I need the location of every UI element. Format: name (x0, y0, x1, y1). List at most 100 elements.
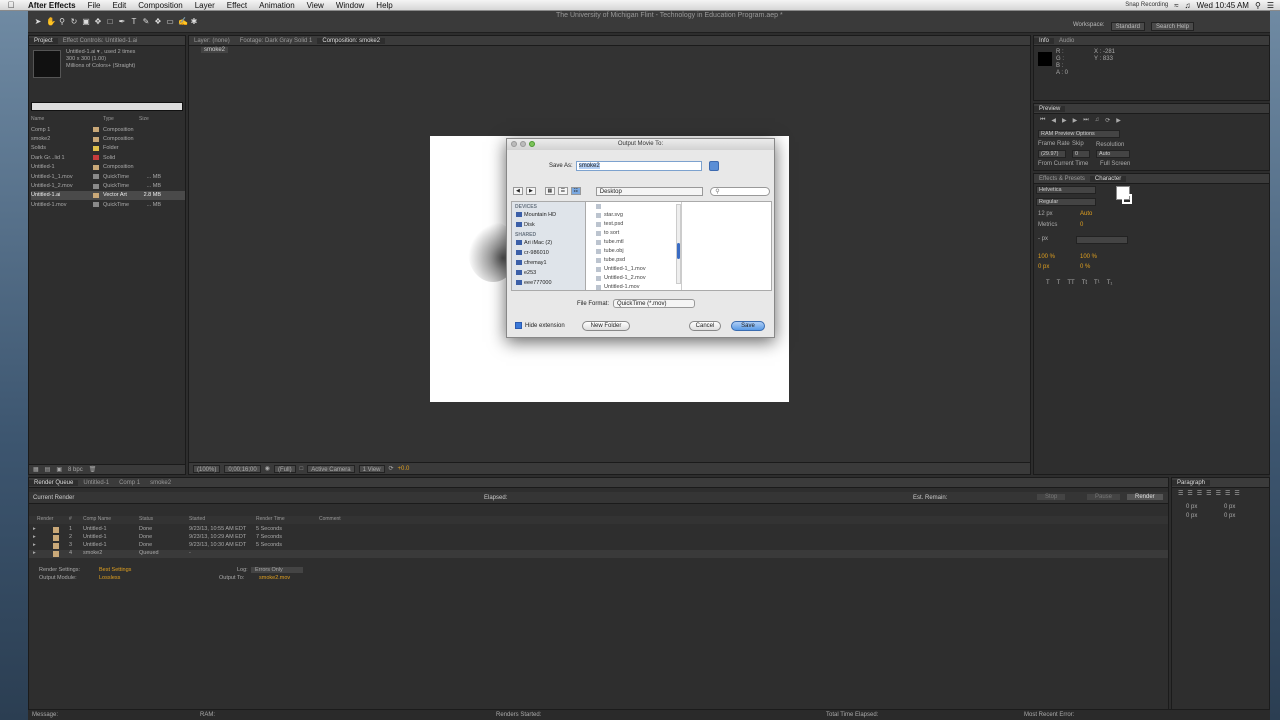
stroke-width-value[interactable]: - px (1038, 236, 1048, 242)
pause-button[interactable]: Pause (1087, 494, 1121, 500)
menu-edit[interactable]: Edit (106, 1, 132, 10)
project-item-row[interactable]: Untitled-1 Composition (31, 163, 185, 172)
label-color[interactable] (93, 127, 99, 133)
render-queue-item[interactable]: ▸ 4 smoke2 Queued - (29, 550, 1168, 558)
first-frame-icon[interactable]: ⏮ (1040, 117, 1045, 124)
menu-window[interactable]: Window (330, 1, 370, 10)
current-render-label[interactable]: Current Render (33, 495, 74, 501)
output-to-value[interactable]: smoke2.mov (259, 575, 290, 581)
eraser-tool-icon[interactable]: ▭ (166, 17, 174, 26)
indent-first-value[interactable]: 0 px (1186, 513, 1197, 519)
project-item-row[interactable]: Untitled-1_2.mov QuickTime ... MB (31, 181, 185, 190)
current-time[interactable]: 0;00;16;00 (224, 464, 261, 473)
close-icon[interactable] (511, 141, 517, 147)
baseline-shift-value[interactable]: 0 px (1038, 264, 1049, 270)
camera-tool-icon[interactable]: ▣ (82, 17, 90, 26)
file-item[interactable]: tube.psd (592, 256, 681, 265)
align-center-icon[interactable]: ☰ (1187, 490, 1192, 497)
project-item-row[interactable]: Untitled-1_1.mov QuickTime ... MB (31, 172, 185, 181)
tab-paragraph[interactable]: Paragraph (1172, 479, 1211, 486)
puppet-tool-icon[interactable]: ✱ (190, 17, 198, 26)
new-folder-button[interactable]: New Folder (582, 321, 630, 331)
rotate-tool-icon[interactable]: ↻ (70, 17, 78, 26)
snapshot-icon[interactable]: ◉ (265, 465, 270, 472)
menu-file[interactable]: File (82, 1, 107, 10)
full-screen-checkbox[interactable]: Full Screen (1100, 161, 1130, 167)
col-render[interactable]: Render (37, 516, 53, 522)
loop-icon[interactable]: ⟳ (1105, 117, 1110, 124)
vertical-scale-value[interactable]: 100 % (1038, 254, 1055, 260)
file-item[interactable]: test.psd (592, 220, 681, 229)
project-item-row[interactable]: Dark Gr...lid 1 Solid (31, 153, 185, 162)
roto-brush-tool-icon[interactable]: ✍ (178, 17, 188, 26)
superscript-icon[interactable]: T¹ (1094, 280, 1100, 286)
col-comment[interactable]: Comment (319, 516, 341, 522)
menu-view[interactable]: View (301, 1, 330, 10)
skip-select[interactable]: 0 (1072, 150, 1090, 158)
horizontal-scale-value[interactable]: 100 % (1080, 254, 1097, 260)
prev-frame-icon[interactable]: ◀ (1051, 117, 1056, 124)
kerning-value[interactable]: Metrics (1038, 222, 1057, 228)
tab-layer[interactable]: Layer: (none) (189, 38, 235, 44)
render-queue-item[interactable]: ▸ 3 Untitled-1 Done 9/23/13, 10:30 AM EDT 5 S… (29, 542, 1168, 550)
hand-tool-icon[interactable]: ✋ (46, 17, 56, 26)
sidebar-item-shared-4[interactable]: e253 (512, 268, 585, 278)
file-item[interactable]: to sort (592, 229, 681, 238)
expand-icon[interactable]: ▸ (33, 550, 36, 556)
label-color[interactable] (93, 136, 99, 142)
all-caps-icon[interactable]: TT (1067, 280, 1074, 286)
zoom-icon[interactable] (529, 141, 535, 147)
file-item[interactable]: tube.obj (592, 247, 681, 256)
justify-left-icon[interactable]: ☰ (1206, 490, 1211, 497)
tsume-value[interactable]: 0 % (1080, 264, 1090, 270)
file-item[interactable] (592, 202, 681, 211)
expand-dialog-button[interactable] (708, 161, 719, 171)
brush-tool-icon[interactable]: ✎ (142, 17, 150, 26)
indent-right-value[interactable]: 0 px (1224, 504, 1235, 510)
exposure-value[interactable]: +0.0 (398, 466, 410, 472)
frame-rate-select[interactable]: (29.97) (1038, 150, 1066, 158)
resolution-select[interactable]: Auto (1096, 150, 1130, 158)
hide-extension-checkbox[interactable]: Hide extension (515, 322, 565, 329)
ram-preview-options-select[interactable]: RAM Preview Options (1038, 130, 1120, 138)
tab-timeline-untitled-1[interactable]: Untitled-1 (78, 480, 114, 486)
tab-timeline-comp-1[interactable]: Comp 1 (114, 480, 145, 486)
menu-effect[interactable]: Effect (221, 1, 253, 10)
back-button[interactable]: ◀ (513, 187, 523, 195)
column-view-button[interactable]: ☷ (570, 187, 581, 195)
tab-info[interactable]: Info (1034, 37, 1055, 44)
project-item-row[interactable]: Untitled-1.ai Vector Art 2.8 MB (31, 190, 185, 201)
ram-preview-icon[interactable]: ▶ (1116, 117, 1121, 124)
sidebar-item-shared-1[interactable]: Ari iMac (2) (512, 238, 585, 248)
camera-select[interactable]: Active Camera (307, 464, 355, 473)
save-button[interactable]: Save (731, 321, 765, 331)
reset-exposure-icon[interactable]: ⟳ (389, 465, 394, 472)
bpc-label[interactable]: 8 bpc (68, 467, 83, 473)
new-comp-icon[interactable]: ▣ (56, 466, 62, 473)
play-icon[interactable]: ▶ (1062, 117, 1067, 124)
file-format-select[interactable]: QuickTime (*.mov) (613, 299, 696, 308)
file-item[interactable]: Untitled-1.mov (592, 283, 681, 290)
col-type[interactable]: Type (103, 116, 139, 124)
faux-bold-icon[interactable]: T (1046, 280, 1050, 286)
label-color[interactable] (93, 202, 99, 208)
list-view-button[interactable]: ☰ (557, 187, 568, 195)
region-icon[interactable]: □ (300, 466, 304, 472)
resolution-select[interactable]: (Full) (273, 464, 296, 473)
project-search-input[interactable] (31, 102, 183, 111)
justify-center-icon[interactable]: ☰ (1216, 490, 1221, 497)
scroll-thumb[interactable] (677, 243, 680, 259)
sidebar-item-disk[interactable]: Disk (512, 220, 585, 230)
tab-effects-presets[interactable]: Effects & Presets (1034, 176, 1090, 182)
view-layout-select[interactable]: 1 View (358, 464, 385, 473)
render-queue-item[interactable]: ▸ 1 Untitled-1 Done 9/23/13, 10:55 AM EDT 5 S… (29, 526, 1168, 534)
col-render-time[interactable]: Render Time (256, 516, 285, 522)
checkbox-checked-icon[interactable] (515, 322, 522, 329)
spotlight-icon[interactable]: ⚲ (1255, 1, 1261, 10)
wifi-icon[interactable]: ≈ (1174, 1, 1178, 10)
project-item-row[interactable]: Comp 1 Composition (31, 125, 185, 134)
tab-project[interactable]: Project (29, 37, 58, 44)
file-item[interactable]: tube.mtl (592, 238, 681, 247)
font-style-select[interactable]: Regular (1036, 198, 1096, 206)
volume-icon[interactable]: ♫ (1185, 1, 1191, 10)
